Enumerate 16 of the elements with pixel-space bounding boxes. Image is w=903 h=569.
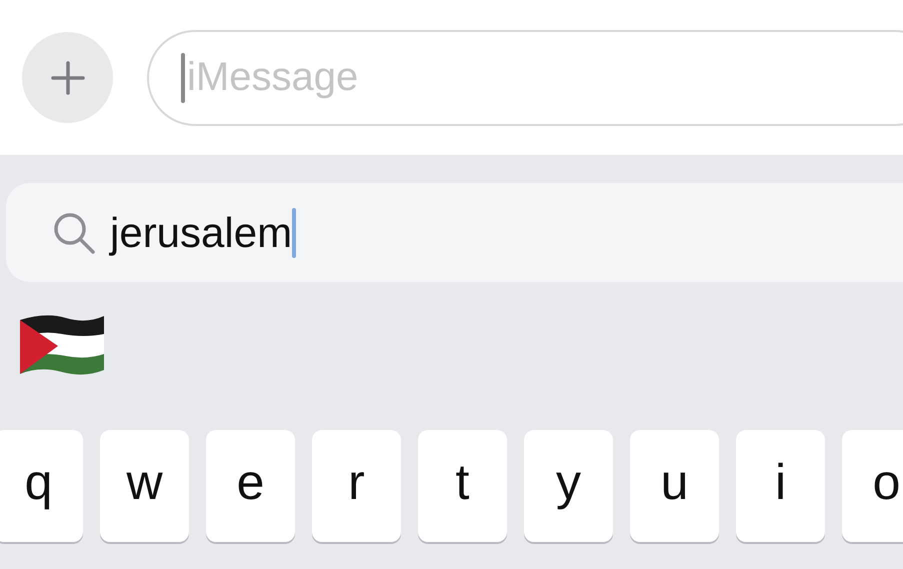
search-text: jerusalem xyxy=(110,208,292,256)
keyboard-key[interactable]: r xyxy=(312,430,401,542)
keyboard-key[interactable]: u xyxy=(630,430,719,542)
text-cursor xyxy=(181,52,185,102)
keyboard-key[interactable]: t xyxy=(418,430,507,542)
text-cursor xyxy=(292,208,296,258)
keyboard-key[interactable]: w xyxy=(100,430,189,542)
emoji-search-field[interactable]: jerusalem xyxy=(6,183,903,282)
placeholder-text: iMessage xyxy=(186,55,358,100)
keyboard-key[interactable]: i xyxy=(736,430,825,542)
plus-icon xyxy=(50,60,84,94)
keyboard-key[interactable]: o xyxy=(842,430,903,542)
search-icon xyxy=(52,210,96,254)
keyboard-key[interactable]: y xyxy=(524,430,613,542)
keyboard-key[interactable]: q xyxy=(0,430,83,542)
keyboard-key[interactable]: e xyxy=(206,430,295,542)
